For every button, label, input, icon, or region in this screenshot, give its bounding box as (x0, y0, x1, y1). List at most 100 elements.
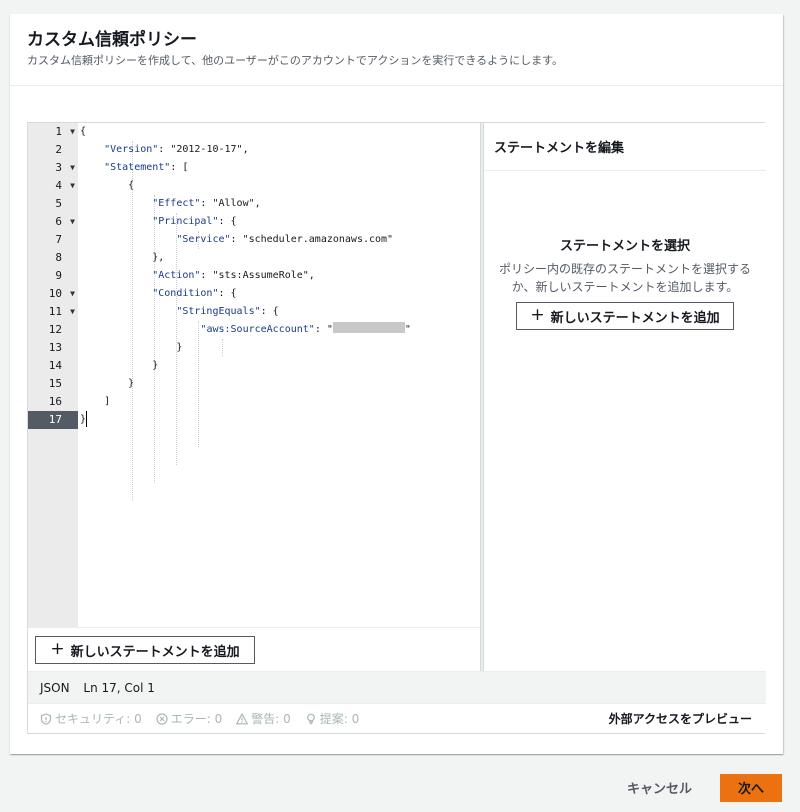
code-line-10: "Condition": { (80, 285, 237, 303)
code-line-9: "Action": "sts:AssumeRole", (152, 270, 315, 281)
error-count: エラー: 0 (170, 712, 223, 726)
json-code-editor[interactable]: 1 ▼ 2 3 ▼ 4 ▼ 5 6 ▼ 7 8 9 10 ▼ 11 ▼ 12 13 14 15 16 17 { "Versi… (28, 123, 480, 627)
line-number-row: 12 (28, 321, 78, 339)
line-number-row: 7 (28, 231, 78, 249)
json-punct: } (152, 360, 159, 371)
code-line-11: "StringEquals": { (80, 303, 279, 321)
line-number-gutter: 1 ▼ 2 3 ▼ 4 ▼ 5 6 ▼ 7 8 9 10 ▼ 11 ▼ 12 13 14 15 16 17 (28, 123, 78, 627)
json-punct: : { (218, 216, 237, 227)
line-number: 2 (55, 143, 62, 156)
line-number: 5 (55, 197, 62, 210)
line-number-row: 5 (28, 195, 78, 213)
line-number-row: 9 (28, 267, 78, 285)
code-line-14: } (80, 357, 158, 375)
json-key: "Action" (152, 270, 201, 281)
side-add-new-statement-button[interactable]: + 新しいステートメントを追加 (516, 302, 734, 330)
add-new-statement-label: 新しいステートメントを追加 (70, 644, 240, 660)
json-key: "Statement" (104, 162, 171, 173)
json-value: "scheduler.amazonaws.com" (242, 234, 394, 245)
redacted-account-id (332, 322, 405, 333)
fold-toggle-icon[interactable]: ▼ (70, 177, 75, 195)
code-line-13: } (80, 339, 182, 357)
code-line-7: "Service": "scheduler.amazonaws.com" (176, 234, 394, 245)
json-key: "Effect" (152, 198, 201, 209)
policy-validation-bar: セキュリティ: 0 エラー: 0 警告: 0 提案: 0 外部アクセスをプレビュ… (28, 703, 766, 733)
json-punct: } (176, 342, 183, 353)
custom-trust-policy-panel: カスタム信頼ポリシー カスタム信頼ポリシーを作成して、他のユーザーがこのアカウン… (10, 14, 783, 754)
line-number-row: 2 (28, 141, 78, 159)
code-line-8: }, (80, 249, 164, 267)
suggestion-count: 提案: 0 (319, 712, 360, 726)
shield-icon (40, 712, 52, 725)
code-line-6: "Principal": { (80, 213, 237, 231)
json-punct: : { (260, 306, 279, 317)
line-number: 7 (55, 233, 62, 246)
line-number: 11 (48, 305, 62, 318)
policy-editor: 1 ▼ 2 3 ▼ 4 ▼ 5 6 ▼ 7 8 9 10 ▼ 11 ▼ 12 13 14 15 16 17 { "Versi… (27, 122, 766, 734)
error-count-tab[interactable]: エラー: 0 (156, 710, 223, 727)
json-punct: } (128, 378, 135, 389)
line-number: 17 (48, 413, 62, 426)
add-new-statement-button[interactable]: + 新しいステートメントを追加 (35, 636, 255, 664)
json-value: "sts:AssumeRole" (212, 270, 309, 281)
json-punct: ] (104, 396, 111, 407)
line-number: 3 (55, 161, 62, 174)
line-number-row: 8 (28, 249, 78, 267)
line-number-row: 3 ▼ (28, 159, 78, 177)
fold-toggle-icon[interactable]: ▼ (70, 123, 75, 141)
preview-external-access-button[interactable]: 外部アクセスをプレビュー (609, 710, 752, 727)
code-line-4: { (80, 177, 134, 195)
line-number: 16 (48, 395, 62, 408)
json-value: "2012-10-17" (170, 144, 243, 155)
warning-icon (236, 712, 249, 724)
line-number: 12 (48, 323, 62, 336)
page-description: カスタム信頼ポリシーを作成して、他のユーザーがこのアカウントでアクションを実行で… (27, 54, 564, 67)
wizard-actions: キャンセル 次へ (611, 772, 782, 803)
plus-icon: + (530, 304, 545, 325)
security-count: セキュリティ: 0 (55, 712, 142, 726)
code-line-12: "aws:SourceAccount": " " (200, 322, 411, 335)
line-number: 4 (55, 179, 62, 192)
warning-count-tab[interactable]: 警告: 0 (236, 710, 291, 727)
line-number-row: 17 (28, 411, 78, 429)
fold-toggle-icon[interactable]: ▼ (70, 213, 75, 231)
line-number-row: 15 (28, 375, 78, 393)
json-punct: }, (152, 252, 165, 263)
code-line-15: } (80, 375, 134, 393)
editor-footer: + 新しいステートメントを追加 (28, 627, 480, 671)
fold-toggle-icon[interactable]: ▼ (70, 285, 75, 303)
lightbulb-icon (306, 713, 315, 724)
line-number-row: 13 (28, 339, 78, 357)
line-number-row: 14 (28, 357, 78, 375)
text-cursor (86, 411, 87, 427)
fold-toggle-icon[interactable]: ▼ (70, 159, 75, 177)
json-value: "Allow" (212, 198, 255, 209)
json-key: "StringEquals" (176, 306, 261, 317)
security-count-tab[interactable]: セキュリティ: 0 (40, 710, 142, 727)
line-number-row: 16 (28, 393, 78, 411)
json-value-close-quote: " (404, 324, 411, 335)
suggestion-count-tab[interactable]: 提案: 0 (305, 710, 360, 727)
json-punct: : { (218, 288, 237, 299)
code-line-3: "Statement": [ (80, 159, 188, 177)
select-statement-description: ポリシー内の既存のステートメントを選択するか、新しいステートメントを追加します。 (498, 262, 751, 294)
next-button[interactable]: 次へ (720, 773, 782, 802)
json-punct: : [ (170, 162, 189, 173)
plus-icon: + (50, 638, 65, 659)
json-key: "Principal" (152, 216, 219, 227)
line-number-row: 11 ▼ (28, 303, 78, 321)
line-number: 9 (55, 269, 62, 282)
error-icon (156, 712, 168, 725)
line-number: 14 (48, 359, 62, 372)
select-statement-title: ステートメントを選択 (559, 239, 690, 254)
code-line-5: "Effect": "Allow", (152, 198, 261, 209)
json-key: "Service" (176, 234, 231, 245)
side-add-new-statement-label: 新しいステートメントを追加 (550, 310, 720, 326)
line-number-row: 6 ▼ (28, 213, 78, 231)
line-number-row: 1 ▼ (28, 123, 78, 141)
line-number: 8 (55, 251, 62, 264)
cancel-button[interactable]: キャンセル (611, 772, 708, 803)
cursor-position: Ln 17, Col 1 (83, 681, 155, 695)
json-punct: { (128, 180, 135, 191)
fold-toggle-icon[interactable]: ▼ (70, 303, 75, 321)
